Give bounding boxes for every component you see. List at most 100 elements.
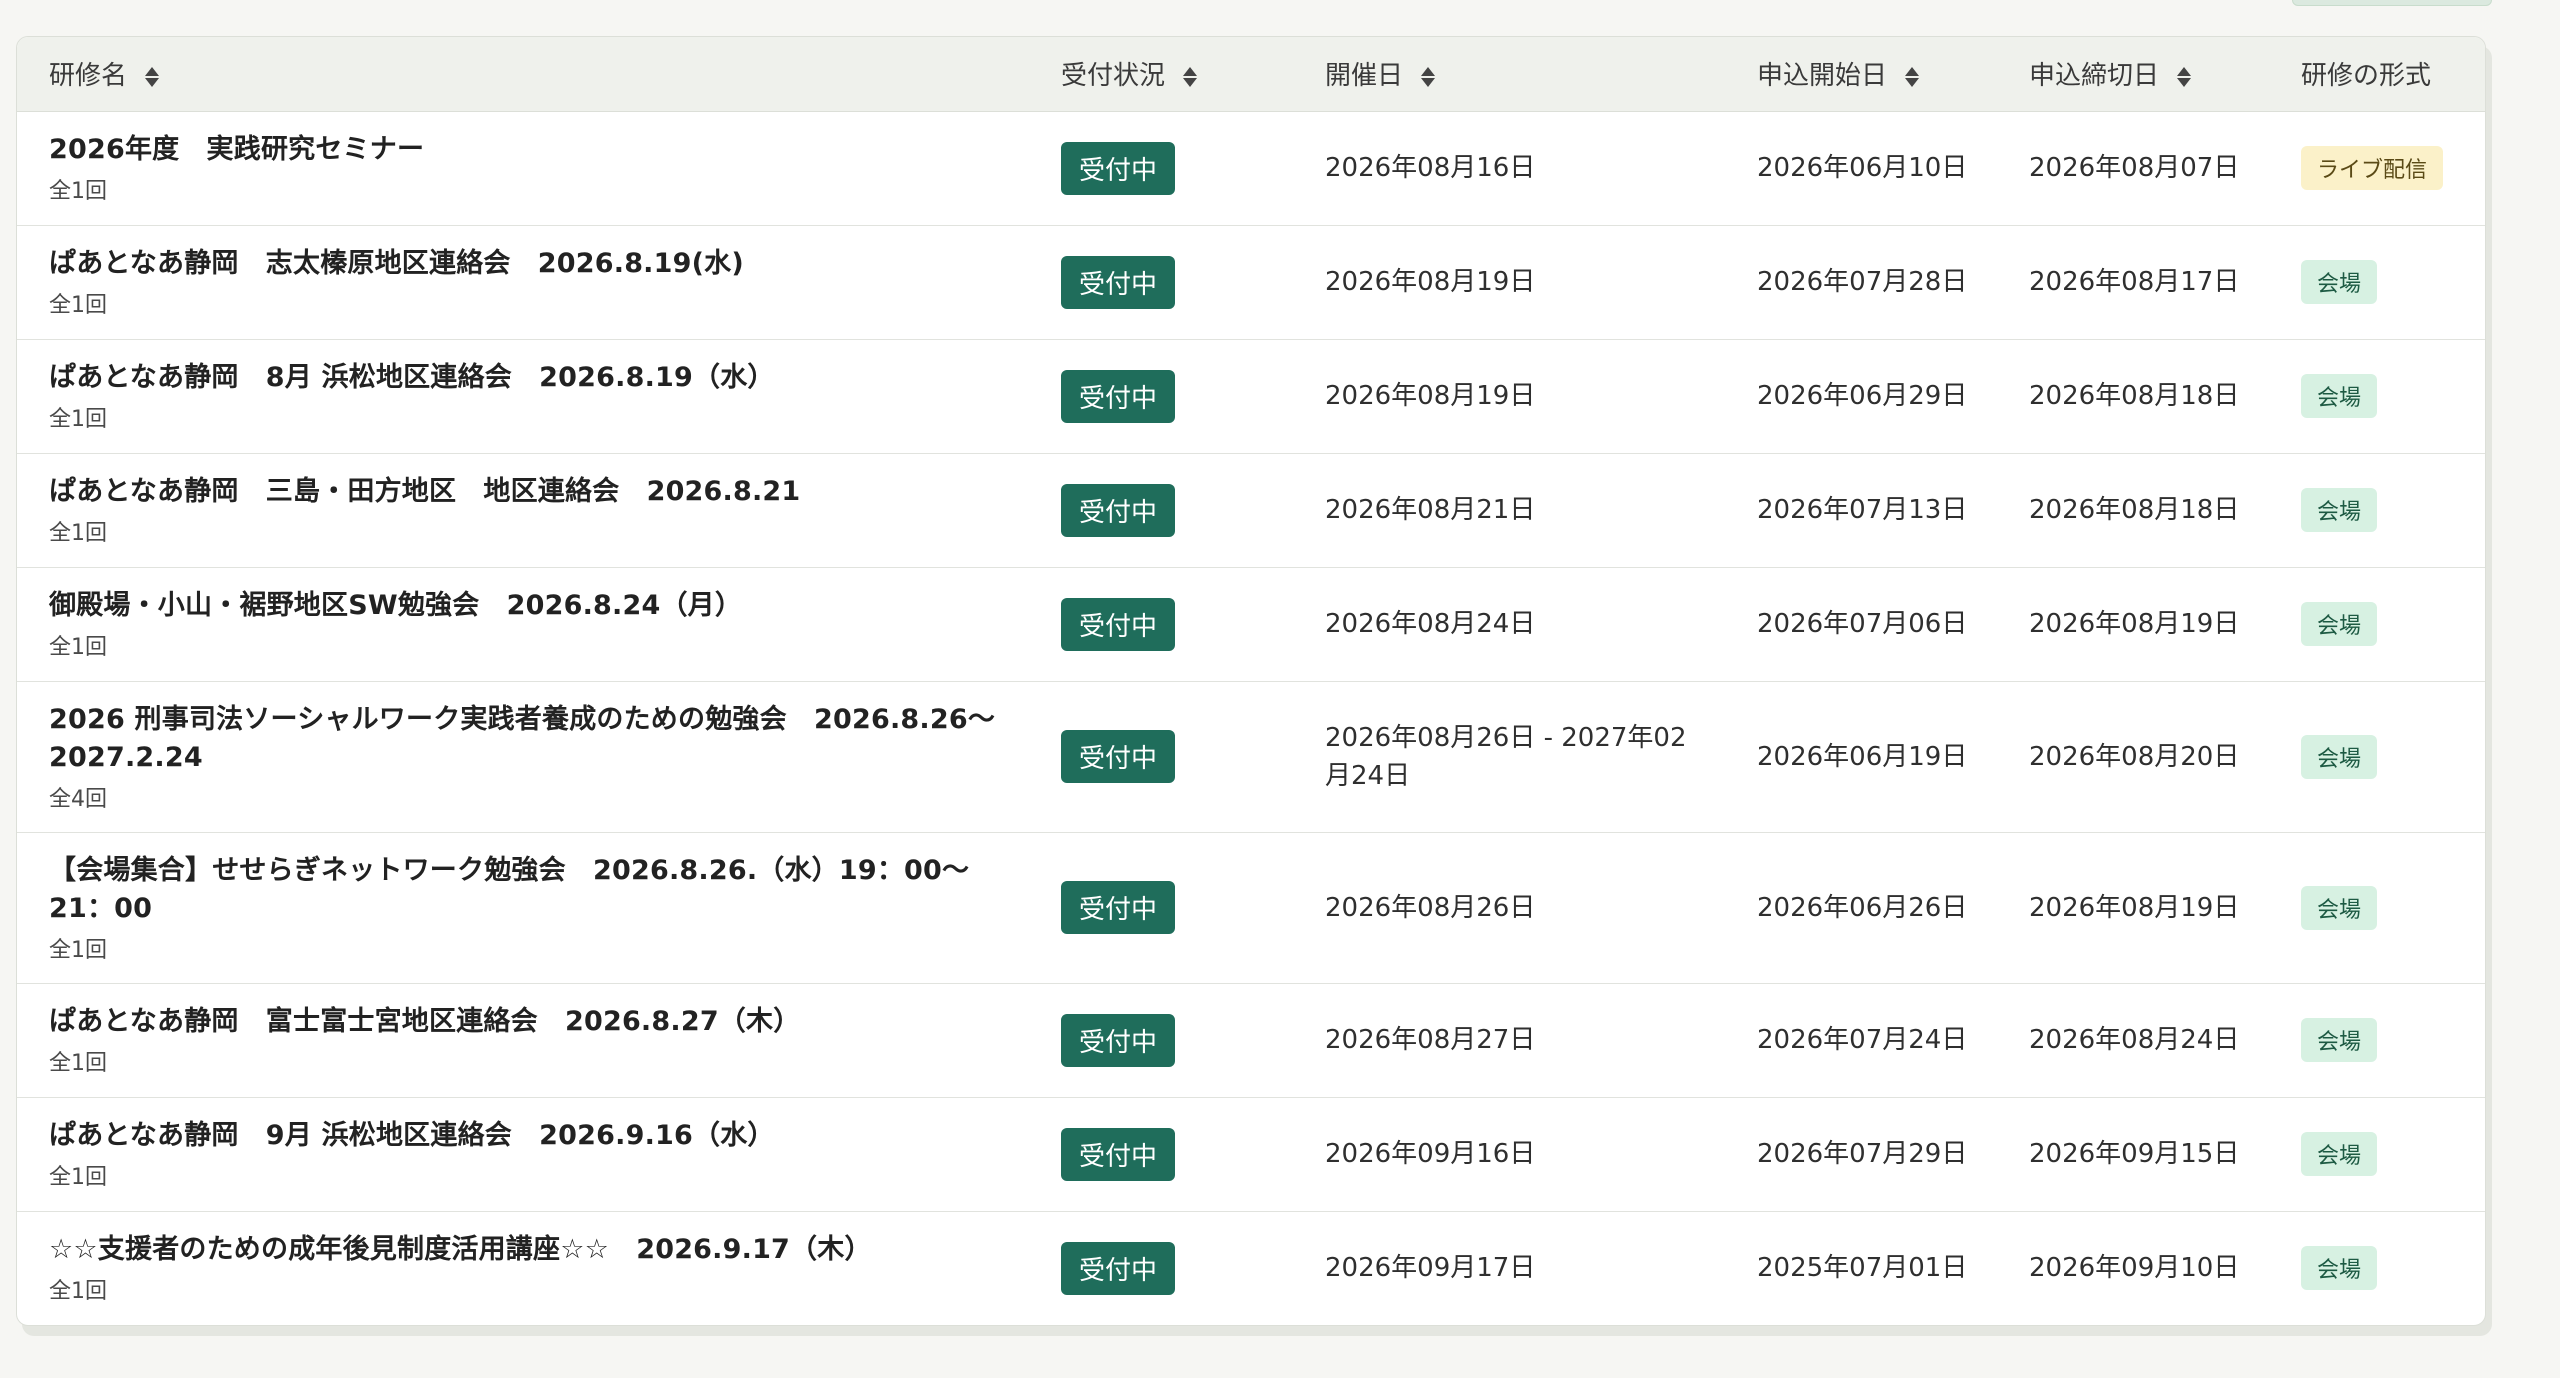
event-date: 2026年08月16日 xyxy=(1325,153,1536,183)
format-badge: 会場 xyxy=(2301,260,2378,304)
course-title-link[interactable]: ぱあとなあ静岡 9月 浜松地区連絡会 2026.9.16（水） xyxy=(49,1117,1029,1155)
apply-end-date: 2026年08月24日 xyxy=(2029,1025,2240,1055)
format-cell: 会場 xyxy=(2269,567,2485,682)
header-format-label: 研修の形式 xyxy=(2301,61,2432,92)
header-course-name-label: 研修名 xyxy=(49,61,128,92)
table-row[interactable]: ぱあとなあ静岡 富士富士宮地区連絡会 2026.8.27（木） 全1回 受付中 … xyxy=(17,983,2485,1098)
apply-end-date: 2026年08月20日 xyxy=(2029,741,2240,772)
status-badge: 受付中 xyxy=(1061,141,1176,195)
apply-end-date: 2026年09月15日 xyxy=(2029,1139,2240,1169)
header-status[interactable]: 受付状況 xyxy=(1029,37,1293,112)
apply-end-cell: 2026年08月18日 xyxy=(1997,339,2269,454)
sort-icon[interactable] xyxy=(145,65,160,89)
session-count: 全1回 xyxy=(49,1051,107,1076)
course-cell[interactable]: ぱあとなあ静岡 富士富士宮地区連絡会 2026.8.27（木） 全1回 xyxy=(17,983,1029,1098)
status-badge: 受付中 xyxy=(1061,597,1176,651)
header-apply-start[interactable]: 申込開始日 xyxy=(1725,37,1997,112)
sort-icon[interactable] xyxy=(1183,65,1198,89)
format-cell: ライブ配信 xyxy=(2269,111,2485,226)
header-course-name[interactable]: 研修名 xyxy=(17,37,1029,112)
apply-end-cell: 2026年08月07日 xyxy=(1997,111,2269,226)
status-cell: 受付中 xyxy=(1029,567,1293,682)
course-cell[interactable]: 2026 刑事司法ソーシャルワーク実践者養成のための勉強会 2026.8.26～… xyxy=(17,681,1029,833)
apply-end-cell: 2026年08月20日 xyxy=(1997,681,2269,833)
header-status-label: 受付状況 xyxy=(1061,61,1166,92)
format-cell: 会場 xyxy=(2269,225,2485,340)
apply-end-date: 2026年08月18日 xyxy=(2029,495,2240,525)
status-badge: 受付中 xyxy=(1061,1013,1176,1067)
table-row[interactable]: 御殿場・小山・裾野地区SW勉強会 2026.8.24（月） 全1回 受付中 20… xyxy=(17,567,2485,682)
session-count: 全1回 xyxy=(49,635,107,660)
apply-end-cell: 2026年08月19日 xyxy=(1997,832,2269,984)
course-cell[interactable]: ぱあとなあ静岡 志太榛原地区連絡会 2026.8.19(水) 全1回 xyxy=(17,225,1029,340)
course-title-link[interactable]: ぱあとなあ静岡 富士富士宮地区連絡会 2026.8.27（木） xyxy=(49,1003,1029,1041)
apply-start-date: 2026年07月29日 xyxy=(1757,1139,1968,1169)
event-date-cell: 2026年08月19日 xyxy=(1293,339,1725,454)
table-row[interactable]: 【会場集合】せせらぎネットワーク勉強会 2026.8.26.（水）19：00～2… xyxy=(17,832,2485,984)
header-event-date[interactable]: 開催日 xyxy=(1293,37,1725,112)
apply-end-cell: 2026年08月19日 xyxy=(1997,567,2269,682)
format-badge: 会場 xyxy=(2301,1132,2378,1176)
course-title-link[interactable]: 2026 刑事司法ソーシャルワーク実践者養成のための勉強会 2026.8.26～… xyxy=(49,701,1029,777)
apply-end-date: 2026年08月19日 xyxy=(2029,609,2240,639)
course-table: 研修名 受付状況 開催日 申込開始日 申込締切日 研修の形式 2026年度 実践… xyxy=(17,37,2485,1325)
session-count: 全1回 xyxy=(49,1279,107,1305)
course-title-link[interactable]: ぱあとなあ静岡 志太榛原地区連絡会 2026.8.19(水) xyxy=(49,245,1029,283)
apply-start-cell: 2026年06月10日 xyxy=(1725,111,1997,226)
course-title-link[interactable]: ぱあとなあ静岡 三島・田方地区 地区連絡会 2026.8.21 xyxy=(49,473,1029,511)
format-cell: 会場 xyxy=(2269,832,2485,984)
course-cell[interactable]: 御殿場・小山・裾野地区SW勉強会 2026.8.24（月） 全1回 xyxy=(17,567,1029,682)
apply-start-cell: 2026年06月19日 xyxy=(1725,681,1997,833)
format-cell: 会場 xyxy=(2269,339,2485,454)
apply-start-cell: 2025年07月01日 xyxy=(1725,1211,1997,1325)
course-cell[interactable]: 2026年度 実践研究セミナー 全1回 xyxy=(17,111,1029,226)
apply-end-cell: 2026年08月17日 xyxy=(1997,225,2269,340)
header-apply-end-label: 申込締切日 xyxy=(2029,61,2160,92)
event-date: 2026年08月27日 xyxy=(1325,1025,1536,1055)
header-apply-end[interactable]: 申込締切日 xyxy=(1997,37,2269,112)
course-table-card: 研修名 受付状況 開催日 申込開始日 申込締切日 研修の形式 2026年度 実践… xyxy=(16,36,2486,1326)
table-row[interactable]: 2026 刑事司法ソーシャルワーク実践者養成のための勉強会 2026.8.26～… xyxy=(17,681,2485,833)
table-row[interactable]: ぱあとなあ静岡 三島・田方地区 地区連絡会 2026.8.21 全1回 受付中 … xyxy=(17,453,2485,568)
course-title-link[interactable]: 2026年度 実践研究セミナー xyxy=(49,131,1029,169)
course-title-link[interactable]: ☆☆支援者のための成年後見制度活用講座☆☆ 2026.9.17（木） xyxy=(49,1231,1029,1269)
apply-start-cell: 2026年07月28日 xyxy=(1725,225,1997,340)
status-badge: 受付中 xyxy=(1061,730,1176,783)
session-count: 全1回 xyxy=(49,937,107,963)
status-badge: 受付中 xyxy=(1061,881,1176,934)
session-count: 全1回 xyxy=(49,293,107,318)
apply-end-date: 2026年08月19日 xyxy=(2029,892,2240,923)
course-cell[interactable]: 【会場集合】せせらぎネットワーク勉強会 2026.8.26.（水）19：00～2… xyxy=(17,832,1029,984)
course-cell[interactable]: ぱあとなあ静岡 8月 浜松地区連絡会 2026.8.19（水） 全1回 xyxy=(17,339,1029,454)
status-cell: 受付中 xyxy=(1029,225,1293,340)
sort-icon[interactable] xyxy=(2177,65,2192,89)
table-row[interactable]: ぱあとなあ静岡 8月 浜松地区連絡会 2026.8.19（水） 全1回 受付中 … xyxy=(17,339,2485,454)
top-button-edge[interactable] xyxy=(2292,0,2492,6)
course-cell[interactable]: ぱあとなあ静岡 三島・田方地区 地区連絡会 2026.8.21 全1回 xyxy=(17,453,1029,568)
course-title-link[interactable]: ぱあとなあ静岡 8月 浜松地区連絡会 2026.8.19（水） xyxy=(49,359,1029,397)
status-badge: 受付中 xyxy=(1061,369,1176,423)
apply-start-cell: 2026年07月24日 xyxy=(1725,983,1997,1098)
event-date: 2026年08月24日 xyxy=(1325,609,1536,639)
table-row[interactable]: ぱあとなあ静岡 志太榛原地区連絡会 2026.8.19(水) 全1回 受付中 2… xyxy=(17,225,2485,340)
course-cell[interactable]: ぱあとなあ静岡 9月 浜松地区連絡会 2026.9.16（水） 全1回 xyxy=(17,1097,1029,1212)
event-date: 2026年08月26日 xyxy=(1325,892,1536,923)
apply-start-date: 2026年06月10日 xyxy=(1757,153,1968,183)
event-date: 2026年09月17日 xyxy=(1325,1253,1536,1284)
sort-icon[interactable] xyxy=(1905,65,1920,89)
format-badge: ライブ配信 xyxy=(2301,146,2444,190)
format-badge: 会場 xyxy=(2301,602,2378,646)
course-title-link[interactable]: 御殿場・小山・裾野地区SW勉強会 2026.8.24（月） xyxy=(49,587,1029,625)
table-row[interactable]: 2026年度 実践研究セミナー 全1回 受付中 2026年08月16日 2026… xyxy=(17,111,2485,226)
table-row[interactable]: ぱあとなあ静岡 9月 浜松地区連絡会 2026.9.16（水） 全1回 受付中 … xyxy=(17,1097,2485,1212)
table-row[interactable]: ☆☆支援者のための成年後見制度活用講座☆☆ 2026.9.17（木） 全1回 受… xyxy=(17,1211,2485,1325)
status-cell: 受付中 xyxy=(1029,1097,1293,1212)
sort-icon[interactable] xyxy=(1421,65,1436,89)
course-title-link[interactable]: 【会場集合】せせらぎネットワーク勉強会 2026.8.26.（水）19：00～2… xyxy=(49,852,1009,928)
event-date-cell: 2026年08月26日 - 2027年02月24日 xyxy=(1293,681,1725,833)
course-cell[interactable]: ☆☆支援者のための成年後見制度活用講座☆☆ 2026.9.17（木） 全1回 xyxy=(17,1211,1029,1325)
status-cell: 受付中 xyxy=(1029,681,1293,833)
format-cell: 会場 xyxy=(2269,1211,2485,1325)
event-date-cell: 2026年08月21日 xyxy=(1293,453,1725,568)
event-date-cell: 2026年08月19日 xyxy=(1293,225,1725,340)
